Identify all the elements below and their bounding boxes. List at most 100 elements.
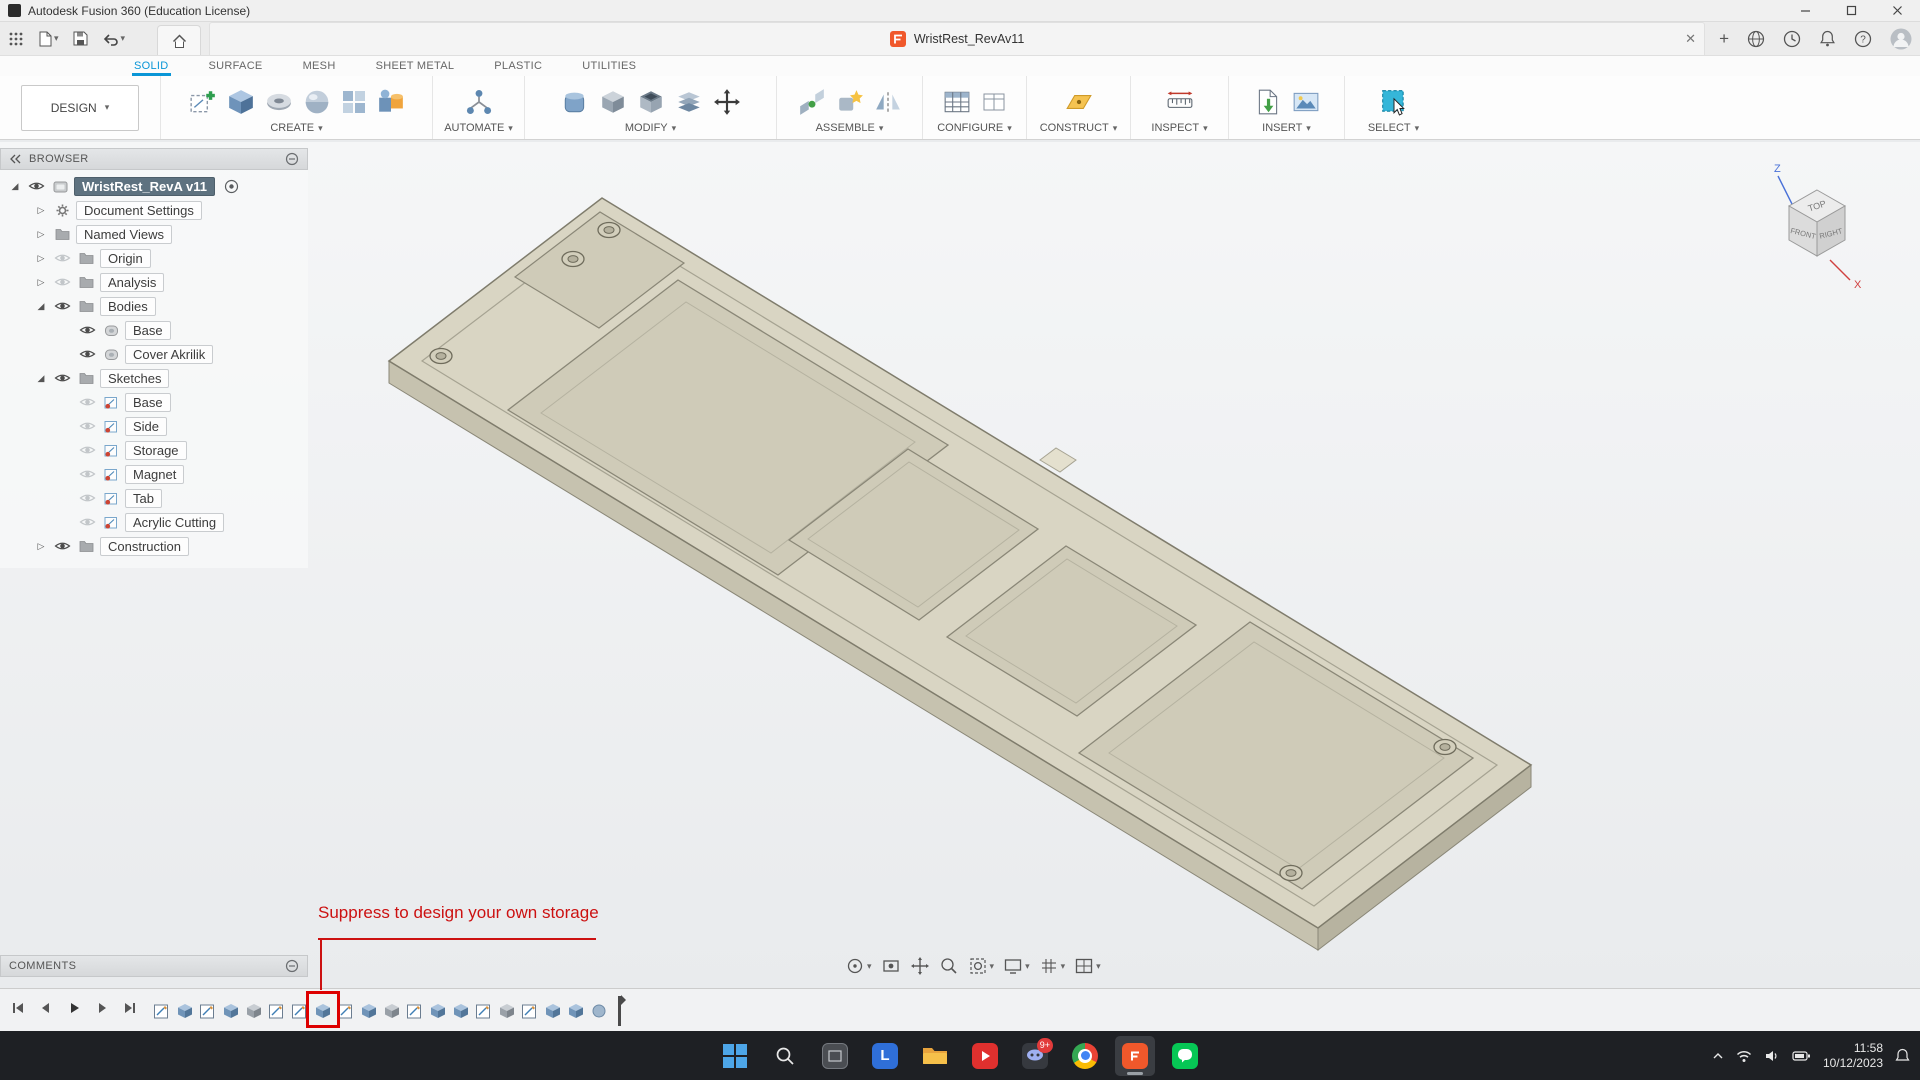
tab-surface[interactable]: SURFACE	[207, 58, 265, 76]
group-insert-label[interactable]: INSERT▾	[1262, 122, 1311, 136]
timeline-feature-14-sketch[interactable]	[474, 997, 494, 1025]
expand-arrow-icon[interactable]: ◢	[34, 301, 48, 312]
look-at-icon[interactable]	[881, 956, 901, 976]
battery-icon[interactable]	[1792, 1050, 1811, 1062]
timeline-feature-18-feature[interactable]	[566, 997, 586, 1025]
browser-item-magnet[interactable]: Magnet	[0, 462, 308, 486]
visibility-eye-icon[interactable]	[78, 324, 97, 336]
design-workspace-dropdown[interactable]: DESIGN▾	[21, 85, 139, 131]
move-copy-button[interactable]	[713, 88, 741, 116]
timeline-feature-12-feature[interactable]	[428, 997, 448, 1025]
display-settings-icon[interactable]: ▾	[1003, 956, 1030, 976]
viewports-icon[interactable]: ▾	[1074, 956, 1101, 976]
revolve-button[interactable]	[265, 88, 293, 116]
primitives-grid-button[interactable]	[341, 89, 367, 115]
group-modify-label[interactable]: MODIFY▾	[625, 122, 676, 136]
app-grid-icon[interactable]	[8, 31, 24, 47]
timeline-feature-10-feature2[interactable]	[382, 997, 402, 1025]
document-tab-close-icon[interactable]: ✕	[1685, 31, 1696, 47]
visibility-eye-icon[interactable]	[78, 348, 97, 360]
help-icon[interactable]: ?	[1854, 30, 1872, 48]
orbit-icon[interactable]: ▾	[845, 956, 872, 976]
expand-arrow-icon[interactable]: ▷	[34, 277, 48, 288]
expand-arrow-icon[interactable]: ▷	[34, 253, 48, 264]
timeline-feature-13-feature[interactable]	[451, 997, 471, 1025]
browser-item-storage[interactable]: Storage	[0, 438, 308, 462]
construction-plane-button[interactable]	[1065, 88, 1093, 116]
browser-item-side[interactable]: Side	[0, 414, 308, 438]
undo-button[interactable]: ▾	[102, 32, 126, 46]
home-dashboard-button[interactable]	[157, 25, 201, 55]
timeline-skip-end-button[interactable]	[120, 998, 140, 1018]
timeline-step-back-button[interactable]	[36, 998, 56, 1018]
taskbar-chrome-icon[interactable]	[1065, 1036, 1105, 1076]
measure-button[interactable]	[1166, 88, 1194, 116]
new-component-button[interactable]	[836, 88, 864, 116]
notification-center-bell-icon[interactable]	[1895, 1048, 1910, 1063]
browser-item-origin[interactable]: ▷Origin	[0, 246, 308, 270]
taskbar-clock[interactable]: 11:58 10/12/2023	[1823, 1041, 1883, 1071]
group-assemble-label[interactable]: ASSEMBLE▾	[816, 122, 884, 136]
browser-item-named-views[interactable]: ▷Named Views	[0, 222, 308, 246]
maximize-button[interactable]	[1828, 0, 1874, 22]
browser-item-tab[interactable]: Tab	[0, 486, 308, 510]
timeline-feature-16-sketch[interactable]	[520, 997, 540, 1025]
insert-derive-button[interactable]	[1254, 88, 1282, 116]
volume-icon[interactable]	[1764, 1049, 1780, 1063]
expand-arrow-icon[interactable]: ▷	[34, 541, 48, 552]
browser-header[interactable]: BROWSER	[0, 148, 308, 170]
pan-icon[interactable]	[910, 956, 930, 976]
group-select-label[interactable]: SELECT▾	[1368, 122, 1419, 136]
split-stack-button[interactable]	[675, 88, 703, 116]
group-inspect-label[interactable]: INSPECT▾	[1151, 122, 1207, 136]
expand-arrow-icon[interactable]: ◢	[34, 373, 48, 384]
visibility-eye-icon[interactable]	[53, 252, 72, 264]
browser-item-bodies[interactable]: ◢Bodies	[0, 294, 308, 318]
taskbar-media-app-icon[interactable]	[965, 1036, 1005, 1076]
zoom-icon[interactable]	[939, 956, 959, 976]
wifi-icon[interactable]	[1736, 1049, 1752, 1063]
timeline-feature-5-sketch[interactable]	[267, 997, 287, 1025]
extensions-globe-icon[interactable]	[1747, 30, 1765, 48]
comments-minimize-icon[interactable]	[285, 959, 299, 973]
taskbar-fusion-360-icon[interactable]	[1115, 1036, 1155, 1076]
timeline-feature-1-feature[interactable]	[175, 997, 195, 1025]
grid-snap-icon[interactable]: ▾	[1039, 956, 1066, 976]
collapse-panel-icon[interactable]	[9, 154, 21, 164]
extrude-button[interactable]	[227, 88, 255, 116]
select-tool-button[interactable]	[1380, 88, 1408, 116]
fillet-button[interactable]	[599, 88, 627, 116]
visibility-eye-icon[interactable]	[53, 300, 72, 312]
browser-minimize-icon[interactable]	[285, 152, 299, 166]
joint-button[interactable]	[798, 88, 826, 116]
timeline-feature-11-sketch[interactable]	[405, 997, 425, 1025]
minimize-button[interactable]	[1782, 0, 1828, 22]
timeline-step-forward-button[interactable]	[92, 998, 112, 1018]
group-configure-label[interactable]: CONFIGURE▾	[937, 122, 1012, 136]
timeline-feature-15-feature2[interactable]	[497, 997, 517, 1025]
taskbar-line-app-icon[interactable]	[1165, 1036, 1205, 1076]
tab-solid[interactable]: SOLID	[132, 58, 171, 76]
expand-arrow-icon[interactable]: ◢	[8, 181, 22, 192]
tab-mesh[interactable]: MESH	[301, 58, 338, 76]
timeline-feature-9-feature[interactable]	[359, 997, 379, 1025]
view-cube[interactable]: Z X TOP FRONT RIGHT	[1742, 156, 1892, 296]
visibility-eye-icon[interactable]	[78, 516, 97, 528]
visibility-eye-icon[interactable]	[78, 396, 97, 408]
browser-item-cover-akrilik[interactable]: Cover Akrilik	[0, 342, 308, 366]
visibility-eye-icon[interactable]	[78, 444, 97, 456]
group-construct-label[interactable]: CONSTRUCT▾	[1040, 122, 1118, 136]
press-pull-button[interactable]	[561, 88, 589, 116]
configuration-table-button[interactable]	[943, 88, 971, 116]
mirror-button[interactable]	[874, 88, 902, 116]
browser-item-construction[interactable]: ▷Construction	[0, 534, 308, 558]
timeline-feature-19-fillet[interactable]	[589, 997, 609, 1025]
group-automate-label[interactable]: AUTOMATE▾	[444, 122, 513, 136]
new-tab-button[interactable]: +	[1719, 29, 1729, 49]
taskbar-window-app-icon[interactable]	[815, 1036, 855, 1076]
comments-header[interactable]: COMMENTS	[0, 955, 308, 977]
shell-button[interactable]	[637, 88, 665, 116]
timeline-play-button[interactable]	[64, 998, 84, 1018]
taskbar-file-explorer-icon[interactable]	[915, 1036, 955, 1076]
automate-branch-button[interactable]	[465, 88, 493, 116]
